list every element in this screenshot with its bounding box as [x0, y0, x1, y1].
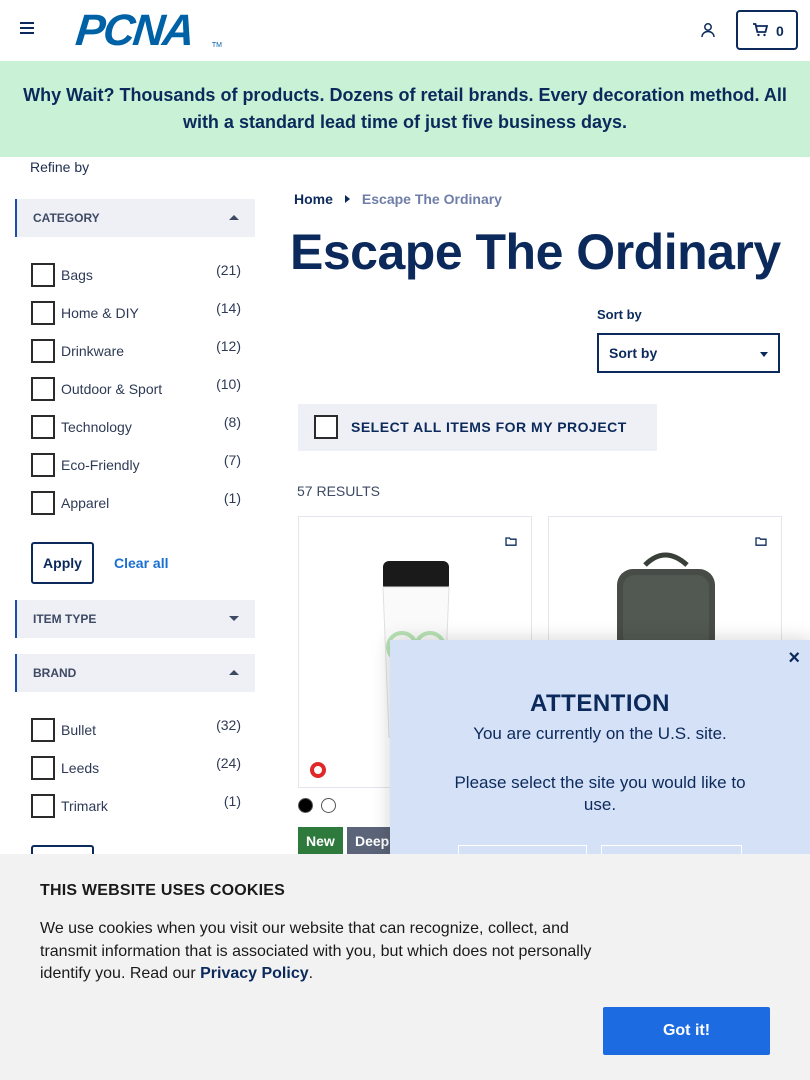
filter-count: (7) — [223, 452, 241, 468]
facet-category-header[interactable]: CATEGORY — [15, 199, 255, 237]
category-filter-eco-friendly[interactable]: Eco-Friendly (7) — [31, 447, 243, 485]
new-badge: New — [298, 827, 343, 855]
filter-count: (32) — [216, 717, 241, 733]
select-all-items-toggle[interactable]: SELECT ALL ITEMS FOR MY PROJECT — [298, 404, 657, 451]
filter-label: Apparel — [61, 495, 110, 511]
modal-current-site-text: You are currently on the U.S. site. — [473, 724, 727, 743]
filter-checkbox[interactable] — [31, 415, 55, 439]
cookie-body-text: We use cookies when you visit our websit… — [40, 920, 592, 982]
category-filter-list: Bags (21) Home & DIY (14) Drinkware (12)… — [31, 257, 243, 523]
brand-filter-leeds[interactable]: Leeds (24) — [31, 750, 243, 788]
cart-count: 0 — [776, 23, 784, 39]
filter-checkbox[interactable] — [31, 491, 55, 515]
filter-count: (14) — [216, 300, 241, 316]
breadcrumb-home[interactable]: Home — [294, 191, 333, 207]
caret-right-icon — [344, 195, 350, 203]
chevron-up-icon — [229, 670, 239, 675]
filter-checkbox[interactable] — [31, 794, 55, 818]
filter-count: (1) — [223, 793, 241, 809]
sort-by-select[interactable]: Sort by — [597, 333, 780, 373]
filter-checkbox[interactable] — [31, 263, 55, 287]
swatch-black[interactable] — [298, 798, 313, 813]
filter-label: Technology — [61, 419, 132, 435]
logo-text: PCNA — [73, 6, 196, 55]
breadcrumb-current: Escape The Ordinary — [361, 191, 502, 207]
sort-by-label: Sort by — [597, 307, 642, 322]
account-icon[interactable] — [700, 22, 716, 38]
results-count: 57 RESULTS — [297, 483, 380, 499]
filter-label: Home & DIY — [61, 305, 139, 321]
filter-label: Drinkware — [61, 343, 125, 359]
facet-item-type-header[interactable]: ITEM TYPE — [15, 600, 255, 638]
filter-checkbox[interactable] — [31, 756, 55, 780]
cookie-banner: THIS WEBSITE USES COOKIES We use cookies… — [0, 854, 810, 1080]
modal-title: ATTENTION — [529, 690, 671, 717]
hamburger-menu-icon[interactable] — [20, 22, 36, 38]
close-icon[interactable]: × — [788, 647, 800, 670]
filter-checkbox[interactable] — [31, 453, 55, 477]
clear-all-link[interactable]: Clear all — [114, 555, 168, 571]
got-it-button[interactable]: Got it! — [603, 1007, 770, 1055]
category-filter-drinkware[interactable]: Drinkware (12) — [31, 333, 243, 371]
logo-trademark: TM — [211, 42, 222, 49]
chevron-down-icon — [760, 352, 768, 357]
category-filter-apparel[interactable]: Apparel (1) — [31, 485, 243, 523]
promo-banner: Why Wait? Thousands of products. Dozens … — [0, 61, 810, 157]
facet-item-type-title: ITEM TYPE — [33, 612, 97, 626]
cookie-body: We use cookies when you visit our websit… — [40, 918, 620, 986]
filter-label: Trimark — [61, 798, 108, 814]
promo-text: Why Wait? Thousands of products. Dozens … — [23, 85, 787, 132]
brand-filter-bullet[interactable]: Bullet (32) — [31, 712, 243, 750]
pcna-logo[interactable]: PCNA TM — [73, 6, 224, 55]
refine-by-label: Refine by — [30, 159, 90, 175]
privacy-policy-link[interactable]: Privacy Policy — [200, 965, 309, 982]
category-filter-technology[interactable]: Technology (8) — [31, 409, 243, 447]
filter-label: Leeds — [61, 760, 100, 776]
facet-brand-title: BRAND — [33, 666, 77, 680]
facet-brand-header[interactable]: BRAND — [15, 654, 255, 692]
filter-label: Bags — [61, 267, 93, 283]
swatch-white[interactable] — [321, 798, 336, 813]
apply-filters-button[interactable]: Apply — [31, 542, 94, 584]
filter-checkbox[interactable] — [31, 339, 55, 363]
category-filter-bags[interactable]: Bags (21) — [31, 257, 243, 295]
filter-count: (24) — [216, 755, 241, 771]
brand-filter-list: Bullet (32) Leeds (24) Trimark (1) — [31, 712, 243, 826]
modal-instruction-text: Please select the site you would like to… — [454, 773, 746, 814]
site-selector-modal: × ATTENTION You are currently on the U.S… — [390, 640, 810, 885]
cart-button[interactable]: 0 — [736, 10, 798, 50]
select-all-label: SELECT ALL ITEMS FOR MY PROJECT — [351, 419, 627, 435]
category-filter-outdoor-sport[interactable]: Outdoor & Sport (10) — [31, 371, 243, 409]
filter-count: (12) — [216, 338, 241, 354]
category-filter-home-diy[interactable]: Home & DIY (14) — [31, 295, 243, 333]
cookie-body-period: . — [308, 965, 314, 982]
filter-count: (10) — [216, 376, 241, 392]
filter-count: (21) — [216, 262, 241, 278]
page-title: Escape The Ordinary — [290, 224, 781, 280]
filter-checkbox[interactable] — [31, 301, 55, 325]
cart-icon — [753, 23, 768, 37]
filter-checkbox[interactable] — [31, 377, 55, 401]
filter-label: Eco-Friendly — [61, 457, 140, 473]
cookie-title: THIS WEBSITE USES COOKIES — [40, 882, 286, 899]
chevron-down-icon — [229, 616, 239, 621]
sort-by-value: Sort by — [609, 345, 658, 361]
filter-checkbox[interactable] — [31, 718, 55, 742]
filter-count: (8) — [223, 414, 241, 430]
filter-count: (1) — [223, 490, 241, 506]
site-header: PCNA TM 0 — [0, 0, 810, 61]
color-swatches — [298, 798, 336, 813]
brand-filter-trimark[interactable]: Trimark (1) — [31, 788, 243, 826]
select-all-checkbox[interactable] — [314, 415, 338, 439]
page: PCNA TM 0 Why Wait? Thousands of product… — [0, 0, 810, 1080]
breadcrumb: Home Escape The Ordinary — [294, 191, 502, 207]
filter-label: Bullet — [61, 722, 97, 738]
filter-label: Outdoor & Sport — [61, 381, 163, 397]
facet-category-title: CATEGORY — [33, 211, 100, 225]
chevron-up-icon — [229, 215, 239, 220]
